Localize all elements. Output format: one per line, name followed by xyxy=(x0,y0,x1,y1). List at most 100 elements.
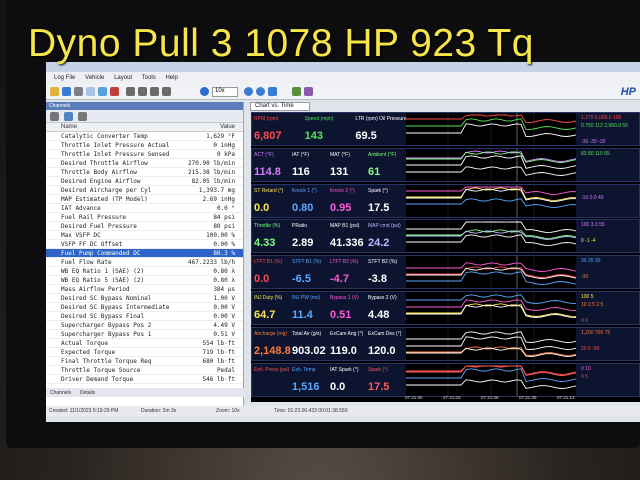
settings-icon[interactable] xyxy=(78,112,87,121)
gauge-readout[interactable]: Knock 2 (°) 0.95 xyxy=(330,188,355,214)
gauge-readout[interactable]: ACT (°F) 114.8 xyxy=(254,152,281,178)
channel-row[interactable]: Desired SC Bypass Final 0.00 V xyxy=(46,312,243,321)
gauge-readout[interactable]: Knock 1 (°) 0.80 xyxy=(292,188,317,214)
menu-layout[interactable]: Layout xyxy=(114,72,132,84)
menu-vehicle[interactable]: Vehicle xyxy=(85,72,104,84)
gauge-readout[interactable]: STFT B2 (%) -3.8 xyxy=(368,259,397,285)
trace-plot[interactable] xyxy=(406,363,576,396)
gauge-readout[interactable]: MAP B1 (psi) 41.336 xyxy=(330,223,364,249)
gauge-readout[interactable]: RPM (rpm) 6,807 xyxy=(254,116,282,142)
gauge-readout[interactable]: Throttle (%) 4.33 xyxy=(254,223,280,249)
channel-row[interactable]: Supercharger Bypass Pos 1 0.51 V xyxy=(46,330,243,339)
trace-plot[interactable] xyxy=(406,148,576,181)
menu-log-file[interactable]: Log File xyxy=(54,72,75,84)
save-icon[interactable] xyxy=(62,87,71,96)
zoom-in-icon[interactable] xyxy=(244,87,253,96)
chart-icon[interactable] xyxy=(292,87,301,96)
trace-plot[interactable] xyxy=(406,184,576,217)
gauge-readout[interactable]: Speed (mph) 143 xyxy=(305,116,334,142)
gauge-readout[interactable]: IAT Spark (°) 0.0 xyxy=(330,367,359,393)
gauge-readout[interactable]: Exh. Temp 1,516 xyxy=(292,367,320,393)
gauge-readout[interactable]: PRatio 2.89 xyxy=(292,223,313,249)
channel-row[interactable]: Desired Throttle Airflow 270.90 lb/min xyxy=(46,159,243,168)
channel-row[interactable]: Fuel Flow Rate 467.2233 lb/h xyxy=(46,258,243,267)
gauge-label: LTFT B1 (%) xyxy=(254,259,283,266)
menu-tools[interactable]: Tools xyxy=(142,72,156,84)
gauge-readout[interactable]: Spark (°) 17.5 xyxy=(368,367,389,393)
channel-row[interactable]: Desired Aircharge per Cyl 1,393.7 mg xyxy=(46,186,243,195)
filter-icon[interactable] xyxy=(64,112,73,121)
trace-plot[interactable] xyxy=(406,220,576,253)
channel-row[interactable]: Throttle Torque Source Pedal xyxy=(46,366,243,375)
scan-icon[interactable] xyxy=(98,87,107,96)
trace-plot[interactable] xyxy=(406,327,576,360)
gauge-readout[interactable]: Ambient (°F) 61 xyxy=(368,152,396,178)
play-icon[interactable] xyxy=(200,87,209,96)
first-frame-icon[interactable] xyxy=(126,87,135,96)
gauge-value: 0.80 xyxy=(292,201,314,214)
gauge-readout[interactable]: INJ PW (ms) 11.4 xyxy=(292,295,320,321)
vehicle-icon[interactable] xyxy=(86,87,95,96)
gauge-readout[interactable]: Aircharge (mg) 2,148.8 xyxy=(254,331,291,357)
gauge-readout[interactable]: STFT B1 (%) -6.5 xyxy=(292,259,321,285)
tab-details[interactable]: Details xyxy=(80,390,95,396)
gauge-readout[interactable]: MAT (°F) 131 xyxy=(330,152,350,178)
record-icon[interactable] xyxy=(110,87,119,96)
gauge-readout[interactable]: LTFT B2 (%) -4.7 xyxy=(330,259,358,285)
gauge-readout[interactable]: Bypass 2 (V) 4.48 xyxy=(368,295,397,321)
zoom-fit-icon[interactable] xyxy=(268,87,277,96)
prev-frame-icon[interactable] xyxy=(138,87,147,96)
gauge-readout[interactable]: ExCam Ang (°) 119.0 xyxy=(330,331,363,357)
col-value[interactable]: Value xyxy=(220,124,235,130)
channel-row[interactable]: Driver Demand Torque 546 lb·ft xyxy=(46,375,243,384)
scale-column: 0 10 0 5 xyxy=(579,364,640,398)
channel-row[interactable]: Catalytic Converter Temp 1,629 °F xyxy=(46,132,243,141)
channel-row[interactable]: Expected Torque 719 lb·ft xyxy=(46,348,243,357)
gauge-readout[interactable]: MAP cmd (psi) 24.2 xyxy=(368,223,401,249)
channel-row[interactable]: Max VSFP DC 100.00 % xyxy=(46,231,243,240)
list-icon[interactable] xyxy=(50,112,59,121)
menu-help[interactable]: Help xyxy=(165,72,177,84)
channel-row[interactable]: Desired SC Bypass Intermediate 0.00 V xyxy=(46,303,243,312)
channel-row[interactable]: WB EQ Ratio 5 (SAE) (2) 0.80 λ xyxy=(46,276,243,285)
tab-chart-vs-time[interactable]: Chart vs. Time xyxy=(250,102,310,111)
zoom-select[interactable]: 10x xyxy=(212,87,238,97)
tab-channels[interactable]: Channels xyxy=(50,390,71,396)
gauge-readout[interactable]: INJ Duty (%) 64.7 xyxy=(254,295,282,321)
last-frame-icon[interactable] xyxy=(162,87,171,96)
channel-row[interactable]: Mass Airflow Period 384 µs xyxy=(46,285,243,294)
zoom-out-icon[interactable] xyxy=(256,87,265,96)
channel-row[interactable]: Throttle Body Airflow 215.38 lb/min xyxy=(46,168,243,177)
channel-row[interactable]: Final Throttle Torque Req 680 lb·ft xyxy=(46,357,243,366)
gauge-readout[interactable]: Bypass 1 (V) 0.51 xyxy=(330,295,359,321)
channel-row[interactable]: Desired Engine Airflow 82.05 lb/min xyxy=(46,177,243,186)
table-icon[interactable] xyxy=(304,87,313,96)
channel-row[interactable]: Desired Fuel Pressure 80 psi xyxy=(46,222,243,231)
gauge-readout[interactable]: ExCam Des (°) 120.0 xyxy=(368,331,401,357)
gauge-readout[interactable]: Spark (°) 17.5 xyxy=(368,188,389,214)
channel-row[interactable]: MAP Estimated (TP Model) 2.69 inHg xyxy=(46,195,243,204)
gauge-label: Knock 1 (°) xyxy=(292,187,317,194)
channel-row[interactable]: Fuel Pump Commanded DC 80.3 % xyxy=(46,249,243,258)
gauge-readout[interactable]: IAT (°F) 116 xyxy=(292,152,310,178)
gauge-readout[interactable]: ST Retard (°) 0.0 xyxy=(254,188,283,214)
channel-row[interactable]: Throttle Inlet Pressure Actual 0 inHg xyxy=(46,141,243,150)
open-folder-icon[interactable] xyxy=(50,87,59,96)
gauge-readout[interactable]: Total Air (g/s) 903.02 xyxy=(292,331,326,357)
channel-row[interactable]: Throttle Inlet Pressure Sensed 0 kPa xyxy=(46,150,243,159)
channel-row[interactable]: VSFP FF DC Offset 0.00 % xyxy=(46,240,243,249)
trace-plot[interactable] xyxy=(406,256,576,289)
trace-plot[interactable] xyxy=(406,113,576,145)
gauge-readout[interactable]: Exh. Press (psi) xyxy=(254,367,289,381)
gauge-readout[interactable]: LTFT B1 (%) 0.0 xyxy=(254,259,282,285)
channel-row[interactable]: Desired SC Bypass Nominal 1.00 V xyxy=(46,294,243,303)
channel-row[interactable]: IAT Advance 0.0 ° xyxy=(46,204,243,213)
channel-row[interactable]: Fuel Rail Pressure 84 psi xyxy=(46,213,243,222)
channel-row[interactable]: Supercharger Bypass Pos 2 4.49 V xyxy=(46,321,243,330)
trace-plot[interactable] xyxy=(406,292,576,324)
next-frame-icon[interactable] xyxy=(150,87,159,96)
col-name[interactable]: Name xyxy=(61,124,77,130)
print-icon[interactable] xyxy=(74,87,83,96)
channel-row[interactable]: WB EQ Ratio 1 (SAE) (2) 0.80 λ xyxy=(46,267,243,276)
channel-row[interactable]: Actual Torque 554 lb·ft xyxy=(46,339,243,348)
